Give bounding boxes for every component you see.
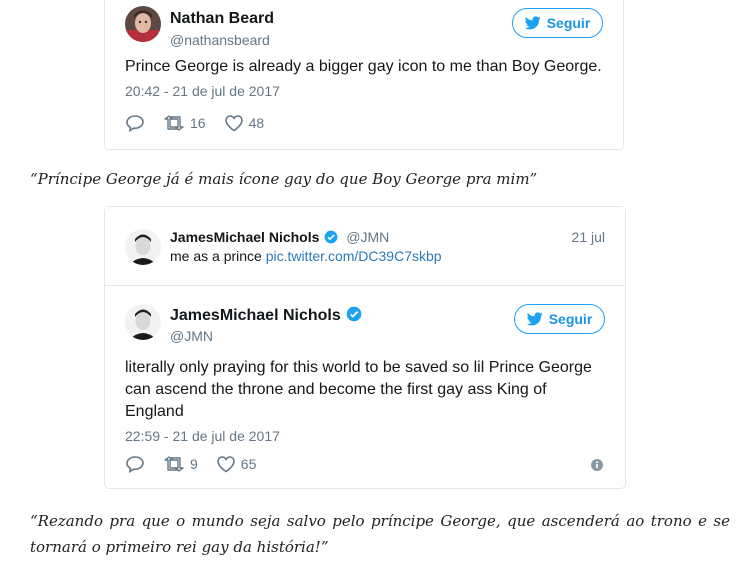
quote-translation-2: “Rezando pra que o mundo seja salvo pelo… — [30, 512, 730, 556]
avatar[interactable] — [125, 304, 161, 340]
verified-badge-icon — [346, 306, 362, 322]
follow-button[interactable]: Seguir — [512, 8, 603, 38]
reply-icon — [126, 115, 144, 132]
author-handle[interactable]: @JMN — [170, 328, 213, 344]
embedded-tweet-james-michael-nichols: JamesMichael Nichols @JMN 21 jul me as a… — [104, 206, 626, 489]
retweet-count: 9 — [190, 456, 198, 472]
reply-icon — [126, 456, 144, 473]
reply-action[interactable] — [125, 114, 145, 132]
retweet-action[interactable]: 9 — [163, 456, 198, 472]
twitter-bird-icon — [524, 16, 541, 30]
avatar[interactable] — [125, 6, 161, 42]
like-count: 48 — [248, 115, 265, 131]
quote-translation-1: “Príncipe George já é mais ícone gay do … — [30, 170, 538, 188]
quoted-avatar[interactable] — [125, 229, 161, 265]
tweet-actions: 16 48 — [125, 114, 282, 132]
author-name-row: JamesMichael Nichols — [170, 306, 362, 325]
quoted-media-link[interactable]: pic.twitter.com/DC39C7skbp — [266, 248, 442, 264]
twitter-bird-icon — [526, 312, 543, 326]
embedded-tweet-nathan-beard: Nathan Beard @nathansbeard Seguir Prince… — [104, 0, 624, 150]
info-icon[interactable] — [591, 459, 603, 471]
like-action[interactable]: 65 — [216, 455, 257, 473]
author-handle[interactable]: @nathansbeard — [170, 32, 270, 48]
retweet-icon — [164, 115, 184, 131]
tweet-timestamp[interactable]: 22:59 - 21 de jul de 2017 — [125, 428, 280, 444]
like-action[interactable]: 48 — [224, 114, 265, 132]
quoted-text-prefix: me as a prince — [170, 248, 262, 264]
tweet-text: literally only praying for this world to… — [125, 359, 592, 420]
heart-icon — [216, 456, 235, 473]
verified-badge-icon — [324, 230, 338, 244]
quoted-date[interactable]: 21 jul — [572, 229, 605, 245]
tweet-text: Prince George is already a bigger gay ic… — [125, 58, 602, 75]
quoted-header: JamesMichael Nichols @JMN — [170, 229, 389, 245]
quoted-tweet[interactable]: JamesMichael Nichols @JMN 21 jul me as a… — [105, 207, 625, 286]
follow-button[interactable]: Seguir — [514, 304, 605, 334]
follow-label: Seguir — [548, 311, 593, 327]
follow-label: Seguir — [546, 15, 591, 31]
retweet-action[interactable]: 16 — [163, 115, 206, 131]
author-name[interactable]: Nathan Beard — [170, 10, 274, 28]
reply-action[interactable] — [125, 455, 145, 473]
heart-icon — [224, 115, 243, 132]
quoted-text: me as a prince pic.twitter.com/DC39C7skb… — [170, 248, 442, 264]
tweet-timestamp[interactable]: 20:42 - 21 de jul de 2017 — [125, 83, 280, 99]
quoted-author-handle[interactable]: @JMN — [346, 229, 389, 245]
retweet-icon — [164, 456, 184, 472]
quoted-author-name[interactable]: JamesMichael Nichols — [170, 229, 319, 245]
author-name[interactable]: JamesMichael Nichols — [170, 307, 341, 324]
retweet-count: 16 — [190, 115, 206, 131]
like-count: 65 — [240, 456, 257, 472]
tweet-actions: 9 65 — [125, 455, 274, 473]
